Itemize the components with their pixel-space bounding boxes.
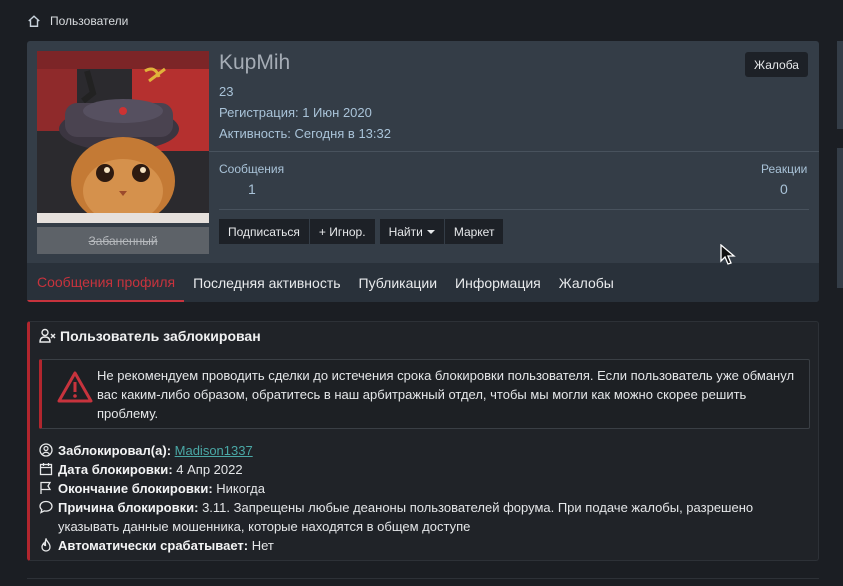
- messages-label: Сообщения: [219, 162, 285, 176]
- messages-count[interactable]: 1: [248, 181, 256, 197]
- auto-trigger-label: Автоматически срабатывает:: [58, 538, 249, 553]
- breadcrumb-label[interactable]: Пользователи: [50, 14, 128, 28]
- user-info: 23 Регистрация: 1 Июн 2020 Активность: С…: [219, 81, 391, 144]
- tab-profile-posts[interactable]: Сообщения профиля: [27, 263, 185, 302]
- ban-end-row: Окончание блокировки: Никогда: [39, 479, 798, 498]
- ban-notice: Пользователь заблокирован Не рекомендуем…: [27, 321, 819, 561]
- fire-icon: [41, 538, 51, 552]
- ban-reason-row: Причина блокировки: 3.11. Запрещены любы…: [39, 498, 798, 536]
- ban-title-row: Пользователь заблокирован: [39, 328, 261, 344]
- ban-details: Заблокировал(а): Madison1337 Дата блокир…: [39, 441, 798, 555]
- reactions-label: Реакции: [761, 162, 808, 176]
- report-button[interactable]: Жалоба: [745, 52, 808, 77]
- auto-trigger-value: Нет: [251, 538, 274, 553]
- reactions-count[interactable]: 0: [780, 181, 788, 197]
- avatar-image: [37, 51, 209, 223]
- find-button-label: Найти: [388, 224, 423, 239]
- ban-end-value: Никогда: [216, 481, 265, 496]
- subscribe-button[interactable]: Подписаться: [219, 219, 309, 244]
- find-dropdown-button[interactable]: Найти: [379, 219, 444, 244]
- divider: [27, 578, 819, 579]
- profile-actions: Подписаться + Игнор. Найти Маркет: [219, 219, 504, 244]
- mouse-cursor-icon: [720, 244, 736, 265]
- chevron-down-icon: [426, 229, 435, 234]
- ban-end-label: Окончание блокировки: [58, 481, 209, 496]
- profile-tabs: Сообщения профиля Последняя активность П…: [27, 263, 819, 302]
- tab-latest-activity[interactable]: Последняя активность: [184, 263, 349, 302]
- auto-trigger-row: Автоматически срабатывает: Нет: [39, 536, 798, 555]
- warning-text: Не рекомендуем проводить сделки до истеч…: [97, 368, 795, 421]
- username: KupMih: [219, 51, 291, 74]
- avatar[interactable]: [37, 51, 209, 223]
- divider: [209, 151, 819, 152]
- last-activity: Активность: Сегодня в 13:32: [219, 126, 391, 141]
- banned-by-link[interactable]: Madison1337: [175, 443, 253, 458]
- warning-alert: Не рекомендуем проводить сделки до истеч…: [39, 359, 810, 429]
- market-button[interactable]: Маркет: [444, 219, 504, 244]
- tab-information[interactable]: Информация: [446, 263, 550, 302]
- home-icon: [28, 15, 40, 27]
- calendar-icon: [39, 463, 53, 476]
- banned-by-row: Заблокировал(а): Madison1337: [39, 441, 798, 460]
- profile-card: Забаненный KupMih 23 Регистрация: 1 Июн …: [27, 41, 819, 302]
- divider: [219, 209, 809, 210]
- breadcrumb[interactable]: Пользователи: [27, 14, 128, 28]
- ignore-button[interactable]: + Игнор.: [309, 219, 375, 244]
- ban-date-label: Дата блокировки: [58, 462, 169, 477]
- ban-date-value: 4 Апр 2022: [176, 462, 243, 477]
- user-blocked-icon: [39, 328, 56, 343]
- banned-by-label: Заблокировал(а): [58, 443, 167, 458]
- user-circle-icon: [39, 443, 53, 457]
- ban-date-row: Дата блокировки: 4 Апр 2022: [39, 460, 798, 479]
- banned-label: Забаненный: [37, 227, 209, 254]
- flag-icon: [40, 481, 52, 494]
- ban-title: Пользователь заблокирован: [60, 328, 261, 344]
- warning-icon: [57, 371, 93, 403]
- user-number: 23: [219, 84, 234, 99]
- registration-date: Регистрация: 1 Июн 2020: [219, 105, 372, 120]
- tab-postings[interactable]: Публикации: [350, 263, 446, 302]
- comment-icon: [39, 500, 53, 514]
- side-panel: [837, 148, 843, 288]
- ban-reason-label: Причина блокировки: [58, 500, 195, 515]
- side-panel: [837, 41, 843, 129]
- tab-reports[interactable]: Жалобы: [550, 263, 623, 302]
